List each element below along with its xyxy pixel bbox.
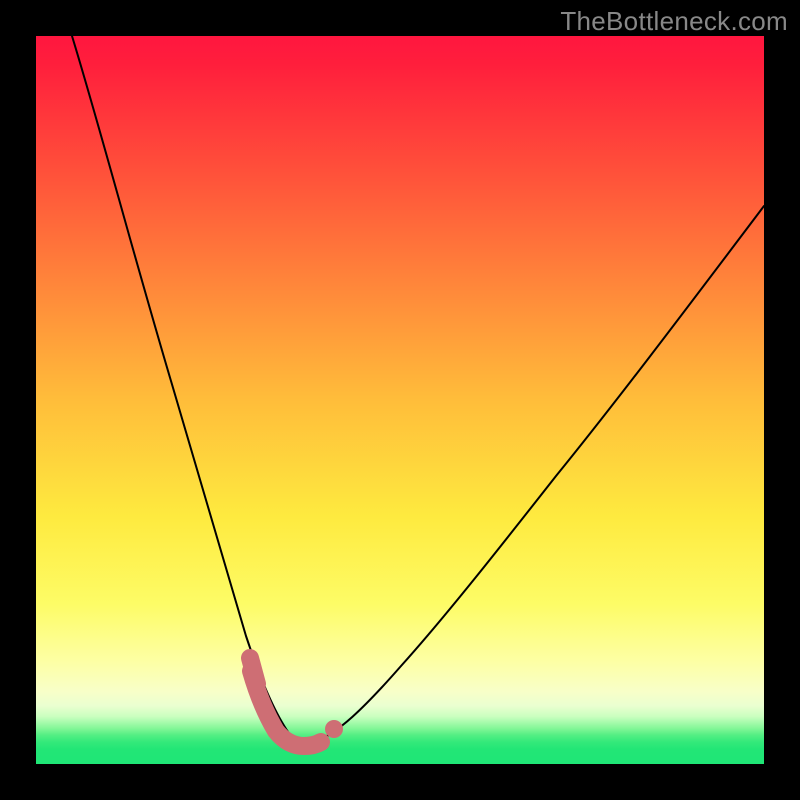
- curve-right: [313, 206, 764, 742]
- highlight-dot: [325, 720, 343, 738]
- highlight-segment-2: [250, 658, 257, 684]
- chart-frame: TheBottleneck.com: [0, 0, 800, 800]
- watermark-text: TheBottleneck.com: [560, 6, 788, 37]
- plot-area: [36, 36, 764, 764]
- curve-svg: [36, 36, 764, 764]
- curve-left: [72, 36, 302, 742]
